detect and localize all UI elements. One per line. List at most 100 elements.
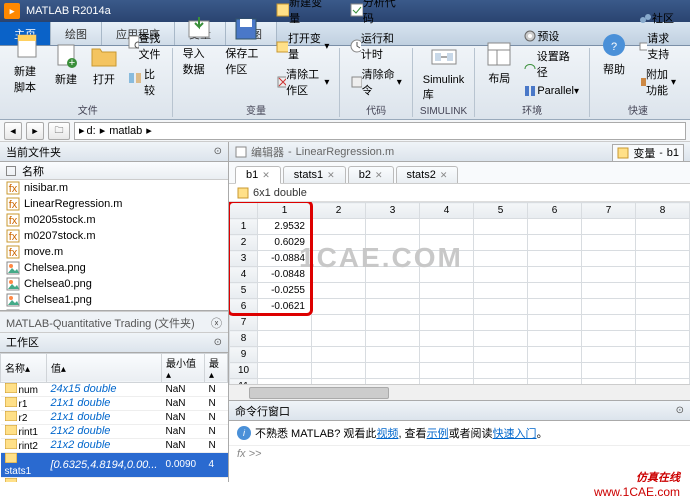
up-button[interactable]: 🗀 xyxy=(48,122,70,140)
grid-row-header[interactable]: 8 xyxy=(230,331,258,347)
hint-link-video[interactable]: 视频 xyxy=(376,428,398,440)
grid-row-header[interactable]: 5 xyxy=(230,283,258,299)
close-icon[interactable]: ✕ xyxy=(262,170,270,181)
new-button[interactable]: +新建 xyxy=(48,39,84,89)
file-item[interactable]: fxnisibar.m xyxy=(0,180,228,196)
workspace-col[interactable]: 名称▴ xyxy=(1,353,47,382)
path-field[interactable]: ▸ d: ▸ matlab ▸ xyxy=(74,122,686,140)
grid-col-header[interactable]: 2 xyxy=(312,203,366,219)
simulink-button[interactable]: Simulink库 xyxy=(419,42,469,104)
workspace-row[interactable]: num24x15 doubleNaNN xyxy=(1,382,228,396)
close-icon[interactable]: ✕ xyxy=(375,170,383,181)
grid-col-header[interactable]: 7 xyxy=(582,203,636,219)
preferences-button[interactable]: 预设 xyxy=(519,26,583,46)
grid-col-header[interactable]: 4 xyxy=(420,203,474,219)
compare-button[interactable]: 比较 xyxy=(124,64,166,100)
back-button[interactable]: ◄ xyxy=(4,122,22,140)
hint-link-getstarted[interactable]: 快速入门 xyxy=(493,428,537,440)
grid-row[interactable]: 5-0.0255 xyxy=(230,283,690,299)
file-item[interactable]: Chelsea.png xyxy=(0,260,228,276)
workspace-col[interactable]: 最小值▴ xyxy=(161,353,204,382)
analyze-code-button[interactable]: 分析代码 xyxy=(346,0,405,28)
file-item[interactable]: Chelsea1.png xyxy=(0,292,228,308)
horizontal-scrollbar[interactable] xyxy=(229,384,690,400)
panel-menu-icon[interactable]: ⊙ xyxy=(676,405,684,416)
set-path-button[interactable]: 设置路径 xyxy=(519,46,583,82)
title-bar: ▸ MATLAB R2014a xyxy=(0,0,690,22)
layout-button[interactable]: 布局 xyxy=(481,38,517,88)
grid-row[interactable]: 4-0.0848 xyxy=(230,267,690,283)
parallel-button[interactable]: Parallel▾ xyxy=(519,82,583,100)
grid-row[interactable]: 6-0.0621 xyxy=(230,299,690,315)
new-variable-button[interactable]: 新建变量 xyxy=(272,0,333,28)
grid-row-header[interactable]: 1 xyxy=(230,219,258,235)
grid-row-header[interactable]: 9 xyxy=(230,347,258,363)
grid-row[interactable]: 12.9532 xyxy=(230,219,690,235)
grid-row-header[interactable]: 4 xyxy=(230,267,258,283)
grid-col-header[interactable]: 1 xyxy=(258,203,312,219)
clear-workspace-button[interactable]: 清除工作区▾ xyxy=(272,64,333,100)
workspace-row[interactable]: r221x1 doubleNaNN xyxy=(1,410,228,424)
variable-tab[interactable]: stats1✕ xyxy=(283,166,346,183)
variable-tab[interactable]: b2✕ xyxy=(348,166,394,183)
grid-row-header[interactable]: 2 xyxy=(230,235,258,251)
open-button[interactable]: 打开 xyxy=(86,39,122,89)
command-prompt[interactable]: fx >> xyxy=(229,445,690,462)
file-item[interactable]: fxm0205stock.m xyxy=(0,212,228,228)
grid-row[interactable]: 20.6029 xyxy=(230,235,690,251)
grid-col-header[interactable]: 6 xyxy=(528,203,582,219)
grid-col-header[interactable]: 3 xyxy=(366,203,420,219)
grid-row[interactable]: 3-0.0884 xyxy=(230,251,690,267)
save-workspace-button[interactable]: 保存工作区 xyxy=(221,13,270,79)
variable-tab[interactable]: b1✕ xyxy=(235,166,281,184)
forward-button[interactable]: ► xyxy=(26,122,44,140)
file-item[interactable]: fxm0207stock.m xyxy=(0,228,228,244)
grid-row-header[interactable]: 10 xyxy=(230,363,258,379)
grid-row[interactable]: 8 xyxy=(230,331,690,347)
run-time-button[interactable]: 运行和计时 xyxy=(346,28,405,64)
file-item[interactable]: Chelsea0.png xyxy=(0,276,228,292)
open-variable-button[interactable]: 打开变量▾ xyxy=(272,28,333,64)
file-list[interactable]: fxnisibar.mfxLinearRegression.mfxm0205st… xyxy=(0,180,228,311)
grid-row-header[interactable]: 7 xyxy=(230,315,258,331)
workspace-row[interactable]: rint121x2 doubleNaNN xyxy=(1,424,228,438)
file-item[interactable]: fxmove.m xyxy=(0,244,228,260)
addons-button[interactable]: 附加功能▾ xyxy=(634,64,680,100)
import-data-button[interactable]: 导入数据 xyxy=(179,13,220,79)
ribbon-group-code: 分析代码 运行和计时 清除命令▾ 代码 xyxy=(340,48,412,117)
close-icon[interactable]: ✕ xyxy=(440,170,448,181)
clear-commands-button[interactable]: 清除命令▾ xyxy=(346,64,405,100)
variable-panel-header: 变量 - b1 xyxy=(612,144,684,162)
file-list-header[interactable]: 名称 xyxy=(0,162,228,180)
file-item[interactable]: fxLinearRegression.m xyxy=(0,196,228,212)
workspace-row[interactable]: stats2[0.2049,0.9661,0.45...0.2049C xyxy=(1,477,228,482)
editor-icon xyxy=(235,146,247,158)
workspace-row[interactable]: rint221x2 doubleNaNN xyxy=(1,438,228,452)
right-pane: 编辑器 - LinearRegression.m b1✕stats1✕b2✕st… xyxy=(229,142,690,482)
help-button[interactable]: ?帮助 xyxy=(596,29,632,79)
close-icon[interactable]: ✕ xyxy=(327,170,335,181)
request-support-button[interactable]: 请求支持 xyxy=(634,28,680,64)
svg-text:?: ? xyxy=(611,41,617,53)
grid-col-header[interactable]: 8 xyxy=(636,203,690,219)
hint-link-examples[interactable]: 示例 xyxy=(427,428,449,440)
grid-row[interactable]: 7 xyxy=(230,315,690,331)
variable-grid[interactable]: 1CAE.COM 1234567812.953220.60293-0.08844… xyxy=(229,202,690,400)
grid-row-header[interactable]: 3 xyxy=(230,251,258,267)
workspace-col[interactable]: 值▴ xyxy=(46,353,161,382)
panel-menu-icon[interactable]: ⊙ xyxy=(214,337,222,348)
grid-row[interactable]: 9 xyxy=(230,347,690,363)
workspace-row[interactable]: stats1[0.6325,4.8194,0.00...0.00904 xyxy=(1,452,228,477)
grid-row-header[interactable]: 6 xyxy=(230,299,258,315)
grid-col-header[interactable]: 5 xyxy=(474,203,528,219)
community-button[interactable]: 社区 xyxy=(634,8,680,28)
variable-tab[interactable]: stats2✕ xyxy=(396,166,459,183)
panel-menu-icon[interactable]: ⊙ xyxy=(214,146,222,157)
ribbon-group-resource: ?帮助 社区 请求支持 附加功能▾ 快速 xyxy=(590,48,686,117)
workspace-row[interactable]: r121x1 doubleNaNN xyxy=(1,396,228,410)
workspace-col[interactable]: 最▴ xyxy=(204,353,227,382)
grid-row[interactable]: 10 xyxy=(230,363,690,379)
workspace-table[interactable]: 名称▴值▴最小值▴最▴num24x15 doubleNaNNr121x1 dou… xyxy=(0,353,228,483)
new-script-button[interactable]: 新建脚本 xyxy=(10,31,46,97)
find-files-button[interactable]: 查找文件 xyxy=(124,28,166,64)
